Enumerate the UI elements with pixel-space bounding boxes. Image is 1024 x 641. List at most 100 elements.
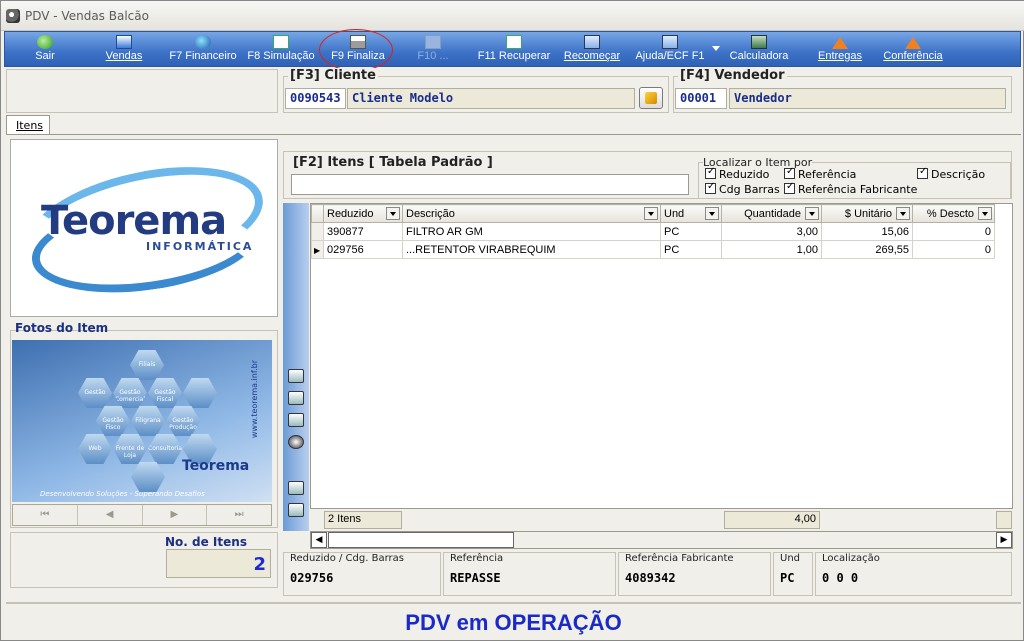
horizontal-scrollbar[interactable]: ◀ ▶ bbox=[310, 531, 1013, 549]
scroll-thumb[interactable] bbox=[328, 532, 514, 548]
cell-descto: 0 bbox=[912, 240, 995, 259]
detail-localizacao: Localização 0 0 0 bbox=[815, 552, 1012, 596]
tools-icon[interactable] bbox=[288, 503, 304, 517]
first-photo-button[interactable]: ⏮ bbox=[13, 505, 78, 525]
restart-icon bbox=[584, 35, 600, 49]
footer-quantity: 4,00 bbox=[724, 511, 820, 529]
photo-logo: Teorema bbox=[182, 458, 250, 474]
chk-reduzido[interactable]: Reduzido bbox=[705, 166, 769, 181]
col-und[interactable]: Und bbox=[660, 204, 722, 223]
grid-icon[interactable] bbox=[288, 413, 304, 427]
detail-referencia: Referência REPASSE bbox=[443, 552, 616, 596]
checkbox-icon bbox=[917, 166, 928, 179]
recuperar-button[interactable]: F11 Recuperar bbox=[475, 32, 553, 66]
chevron-down-icon[interactable] bbox=[644, 207, 658, 220]
chevron-down-icon[interactable] bbox=[712, 46, 720, 51]
col-descto[interactable]: % Descto bbox=[912, 204, 995, 223]
chk-descricao[interactable]: Descrição bbox=[917, 166, 985, 181]
items-grid[interactable]: Reduzido Descrição Und Quantidade $ Unit… bbox=[310, 203, 1013, 509]
vendedor-name-field: Vendedor bbox=[729, 88, 1006, 109]
photo-url: www.teorema.inf.br bbox=[250, 360, 259, 439]
f10-button[interactable]: F10 ... bbox=[407, 32, 459, 66]
header-left-panel bbox=[6, 69, 278, 113]
calculator-icon bbox=[751, 35, 767, 49]
sair-button[interactable]: Sair bbox=[25, 32, 65, 66]
fotos-title: Fotos do Item bbox=[15, 321, 109, 335]
next-photo-button[interactable]: ▶ bbox=[142, 505, 208, 525]
col-quantidade[interactable]: Quantidade bbox=[721, 204, 822, 223]
chevron-down-icon[interactable] bbox=[978, 207, 992, 220]
col-reduzido[interactable]: Reduzido bbox=[323, 204, 403, 223]
footer-cell bbox=[996, 511, 1012, 529]
scroll-left-icon[interactable]: ◀ bbox=[311, 532, 327, 548]
card-icon[interactable] bbox=[288, 481, 304, 495]
cliente-lookup-button[interactable] bbox=[639, 87, 663, 109]
status-text: PDV em OPERAÇÃO bbox=[405, 610, 622, 635]
cell-descricao: FILTRO AR GM bbox=[402, 222, 661, 241]
row-indicator bbox=[311, 222, 324, 241]
windows-icon bbox=[116, 35, 132, 49]
recomecar-button[interactable]: Recomeçar bbox=[561, 32, 623, 66]
simulacao-button[interactable]: F8 Simulação bbox=[245, 32, 317, 66]
recover-icon bbox=[506, 35, 522, 49]
table-row[interactable]: 390877 FILTRO AR GM PC 3,00 15,06 0 bbox=[311, 222, 995, 241]
cliente-title: [F3] Cliente bbox=[288, 68, 378, 83]
table-row[interactable]: 029756 ...RETENTOR VIRABREQUIM PC 1,00 2… bbox=[311, 240, 995, 259]
detail-reduzido: Reduzido / Cdg. Barras 029756 bbox=[283, 552, 441, 596]
ajuda-button[interactable]: Ajuda/ECF F1 bbox=[631, 32, 709, 66]
vendedor-code-field[interactable]: 00001 bbox=[675, 88, 727, 109]
disabled-icon bbox=[425, 35, 441, 49]
chevron-down-icon[interactable] bbox=[386, 207, 400, 220]
cell-und: PC bbox=[660, 222, 722, 241]
detail-und: Und PC bbox=[773, 552, 813, 596]
vendas-button[interactable]: Vendas bbox=[100, 32, 148, 66]
toolbar: Sair Vendas F7 Financeiro F8 Simulação F… bbox=[4, 31, 1021, 67]
exit-icon bbox=[37, 35, 53, 49]
refresh-icon[interactable] bbox=[288, 369, 304, 383]
app-icon bbox=[6, 9, 20, 23]
photo-footer: Desenvolvendo Soluções - Superando Desaf… bbox=[40, 490, 205, 498]
col-unitario[interactable]: $ Unitário bbox=[821, 204, 913, 223]
cell-unitario: 15,06 bbox=[821, 222, 913, 241]
pdv-window: PDV - Vendas Balcão Sair Vendas F7 Finan… bbox=[0, 0, 1024, 641]
detail-ref-fabricante: Referência Fabricante 4089342 bbox=[618, 552, 771, 596]
tab-itens[interactable]: Itens bbox=[6, 115, 50, 135]
prev-photo-button[interactable]: ◀ bbox=[77, 505, 143, 525]
item-search-input[interactable] bbox=[291, 174, 689, 195]
hex-tile: Gestão Comercial bbox=[113, 378, 147, 408]
chevron-down-icon[interactable] bbox=[705, 207, 719, 220]
window-title: PDV - Vendas Balcão bbox=[25, 9, 149, 23]
col-descricao[interactable]: Descrição bbox=[402, 204, 661, 223]
house-icon bbox=[905, 37, 921, 49]
window-icon[interactable] bbox=[288, 391, 304, 405]
chk-referencia[interactable]: Referência bbox=[784, 166, 856, 181]
grid-options-icon[interactable] bbox=[311, 204, 324, 223]
chk-cdg-barras[interactable]: Cdg Barras bbox=[705, 181, 780, 196]
cell-descricao: ...RETENTOR VIRABREQUIM bbox=[402, 240, 661, 259]
cell-und: PC bbox=[660, 240, 722, 259]
info-icon[interactable] bbox=[288, 435, 304, 449]
cell-reduzido: 029756 bbox=[323, 240, 403, 259]
financeiro-button[interactable]: F7 Financeiro bbox=[167, 32, 239, 66]
hex-tile: Web bbox=[78, 434, 112, 464]
last-photo-button[interactable]: ⏭ bbox=[207, 505, 271, 525]
side-toolbar bbox=[283, 203, 309, 531]
highlight-circle bbox=[319, 29, 393, 71]
conferencia-button[interactable]: Conferência bbox=[881, 32, 945, 66]
scroll-right-icon[interactable]: ▶ bbox=[996, 532, 1012, 548]
hex-tile: Gestão Produção bbox=[166, 406, 200, 436]
help-icon bbox=[662, 35, 678, 49]
row-indicator bbox=[311, 240, 324, 259]
chevron-down-icon[interactable] bbox=[896, 207, 910, 220]
no-itens-value: 2 bbox=[166, 549, 271, 578]
entregas-button[interactable]: Entregas bbox=[813, 32, 867, 66]
chk-referencia-fabricante[interactable]: Referência Fabricante bbox=[784, 181, 917, 196]
hex-tile: Consultoria bbox=[148, 434, 182, 464]
hex-tile: Gestão Fisco bbox=[96, 406, 130, 436]
cell-descto: 0 bbox=[912, 222, 995, 241]
calculadora-button[interactable]: Calculadora bbox=[727, 32, 791, 66]
chevron-down-icon[interactable] bbox=[805, 207, 819, 220]
grid-footer: 2 Itens 4,00 bbox=[310, 509, 1013, 531]
hex-tile bbox=[183, 378, 217, 408]
cliente-code-field[interactable]: 0090543 bbox=[285, 88, 346, 109]
